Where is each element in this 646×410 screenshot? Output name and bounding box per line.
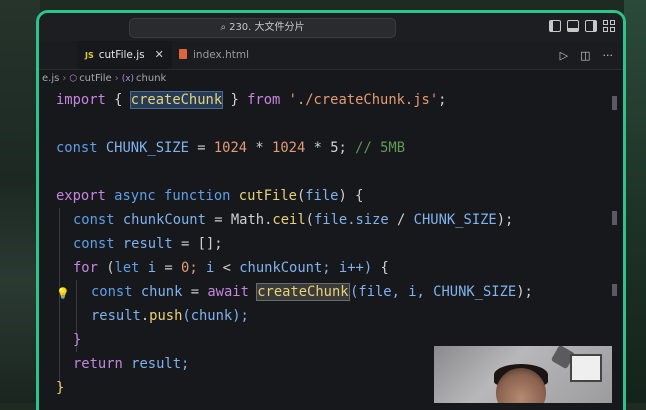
background-right bbox=[624, 0, 646, 403]
toggle-primary-sidebar-icon[interactable] bbox=[549, 20, 561, 32]
close-icon[interactable]: ✕ bbox=[155, 48, 164, 61]
variable-symbol-icon: (x) bbox=[121, 74, 135, 84]
html-file-icon bbox=[179, 49, 187, 59]
background-left bbox=[0, 0, 40, 403]
lightbulb-icon[interactable]: 💡 bbox=[56, 287, 70, 300]
code-line-8: for (let i = 0; i < chunkCount; i++) { bbox=[73, 260, 389, 276]
webcam-overlay bbox=[434, 346, 612, 403]
wall-frame bbox=[570, 354, 602, 382]
toggle-panel-icon[interactable] bbox=[567, 20, 579, 32]
code-line-7: const result = []; bbox=[73, 236, 223, 252]
code-line-10: result.push(chunk); bbox=[91, 308, 249, 324]
title-bar: ⌕ 230. 大文件分片 bbox=[39, 13, 623, 41]
tab-cutfile[interactable]: JS cutFile.js ✕ bbox=[77, 41, 172, 69]
js-file-icon: JS bbox=[85, 51, 94, 60]
code-line-9: const chunk = await createChunk (file, i,… bbox=[91, 283, 533, 301]
toggle-secondary-sidebar-icon[interactable] bbox=[585, 20, 597, 32]
code-line-3: const CHUNK_SIZE = 1024 * 1024 * 5; // 5… bbox=[56, 140, 405, 156]
command-center-search[interactable]: ⌕ 230. 大文件分片 bbox=[129, 18, 396, 38]
tab-bar: JS cutFile.js ✕ index.html ▷ ◫ ··· bbox=[39, 41, 623, 70]
code-line-11: } bbox=[73, 332, 82, 348]
chevron-right-icon: › bbox=[114, 73, 119, 84]
search-text: 230. 大文件分片 bbox=[229, 22, 305, 33]
code-line-5: export async function cutFile(file) { bbox=[56, 188, 364, 204]
tab-label: index.html bbox=[193, 49, 249, 61]
breadcrumb: e.js › ⬡ cutFile › (x) chunk bbox=[39, 70, 623, 88]
layout-controls bbox=[549, 20, 615, 32]
tab-index-html[interactable]: index.html bbox=[171, 41, 257, 69]
code-line-12: return result; bbox=[73, 356, 190, 372]
breadcrumb-function[interactable]: cutFile bbox=[79, 73, 112, 84]
breadcrumb-file[interactable]: e.js bbox=[42, 73, 59, 84]
run-icon[interactable]: ▷ bbox=[560, 49, 568, 62]
breadcrumb-symbol[interactable]: chunk bbox=[136, 73, 166, 84]
chevron-right-icon: › bbox=[62, 73, 67, 84]
more-actions-icon[interactable]: ··· bbox=[603, 49, 614, 62]
tab-label: cutFile.js bbox=[98, 49, 145, 61]
function-symbol-icon: ⬡ bbox=[69, 74, 78, 84]
code-line-6: const chunkCount = Math.ceil(file.size /… bbox=[73, 212, 514, 228]
search-icon: ⌕ bbox=[220, 22, 227, 33]
editor-actions: ▷ ◫ ··· bbox=[560, 41, 613, 69]
split-editor-icon[interactable]: ◫ bbox=[580, 49, 590, 62]
code-line-1: import { createChunk } from './createChu… bbox=[56, 91, 447, 109]
code-line-13: } bbox=[56, 380, 65, 396]
customize-layout-icon[interactable] bbox=[603, 20, 615, 32]
